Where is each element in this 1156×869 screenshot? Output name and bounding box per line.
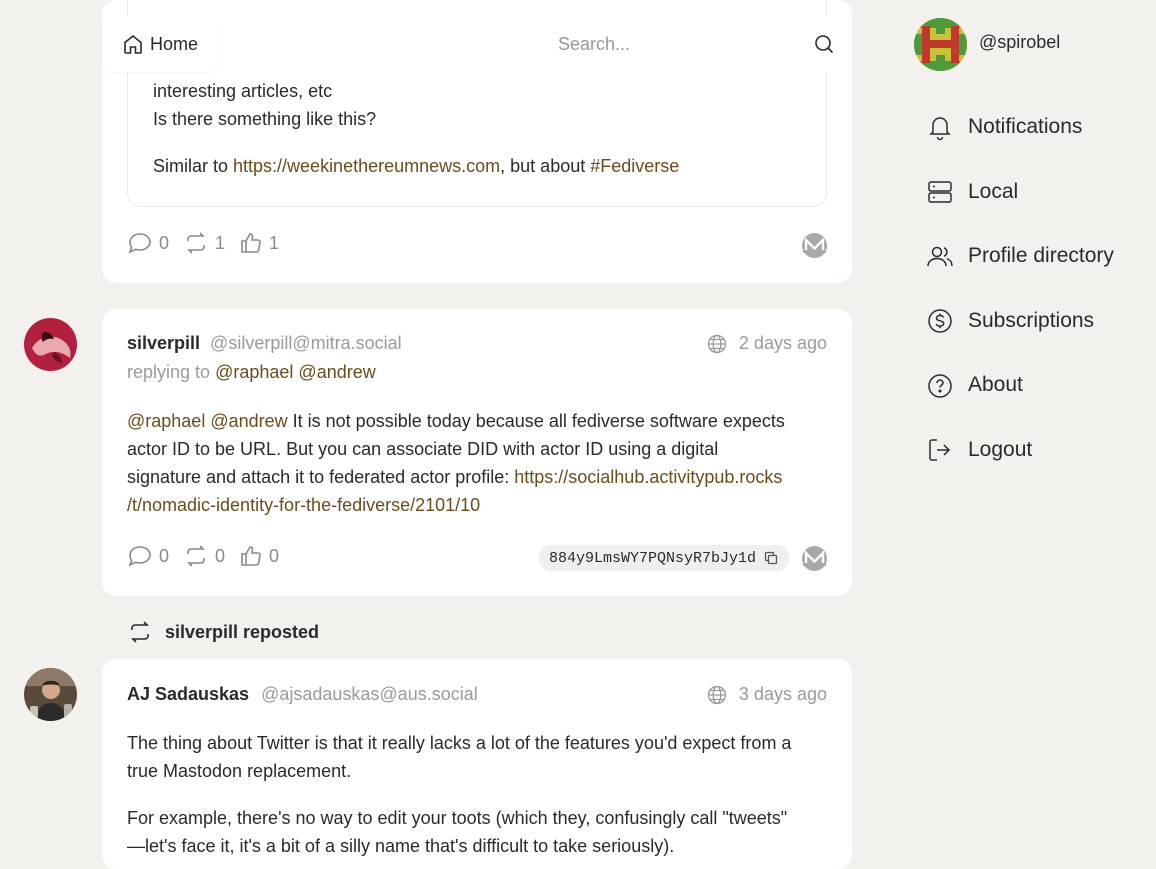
- quote-line-2: Is there something like this?: [153, 109, 377, 129]
- repost-icon: [183, 231, 209, 255]
- thumbs-up-icon: [239, 544, 263, 568]
- search-icon[interactable]: [814, 34, 834, 54]
- author-handle[interactable]: @silverpill@mitra.social: [210, 333, 402, 353]
- like-button[interactable]: 0: [239, 544, 279, 568]
- sidebar-item-label: Subscriptions: [968, 309, 1095, 332]
- dollar-circle-icon: [926, 307, 954, 335]
- post-card-2: silverpill @silverpill@mitra.social 2 day…: [102, 309, 852, 596]
- sidebar-item-local[interactable]: Local: [926, 178, 1018, 206]
- server-icon: [926, 178, 954, 206]
- mention-link[interactable]: @raphael: [127, 411, 205, 431]
- author-name[interactable]: silverpill: [127, 333, 200, 353]
- sidebar-item-label: Notifications: [968, 115, 1083, 138]
- post-content: @raphael @andrew It is not possible toda…: [127, 411, 785, 515]
- current-user[interactable]: @spirobel: [914, 18, 1060, 71]
- comment-icon: [127, 544, 153, 568]
- sidebar-item-label: Profile directory: [968, 244, 1114, 267]
- post-meta: 3 days ago: [707, 684, 827, 705]
- reply-button[interactable]: 0: [127, 544, 169, 568]
- question-circle-icon: [926, 371, 954, 399]
- search-box: [539, 16, 852, 72]
- comment-icon: [127, 231, 153, 255]
- avatar[interactable]: [24, 318, 77, 371]
- copy-icon[interactable]: [764, 551, 778, 565]
- replying-to: replying to @raphael @andrew: [127, 362, 376, 382]
- quote-text: interesting articles, etc Is there somet…: [153, 77, 679, 180]
- like-button[interactable]: 1: [239, 231, 279, 255]
- sidebar-item-label: Logout: [968, 438, 1033, 461]
- repost-icon: [127, 619, 153, 645]
- bell-icon: [926, 113, 954, 141]
- avatar[interactable]: [914, 18, 967, 71]
- post-header: AJ Sadauskas @ajsadauskas@aus.social 3 da…: [127, 684, 827, 705]
- post-card-3: AJ Sadauskas @ajsadauskas@aus.social 3 da…: [102, 659, 852, 869]
- sidebar-item-notifications[interactable]: Notifications: [926, 113, 1082, 141]
- thumbs-up-icon: [239, 231, 263, 255]
- post-actions: 0 0 0: [127, 544, 293, 568]
- post-content: The thing about Twitter is that it reall…: [127, 733, 792, 856]
- home-button[interactable]: Home: [102, 16, 218, 72]
- search-input[interactable]: [539, 32, 800, 56]
- mention-link[interactable]: @raphael: [215, 362, 293, 382]
- home-icon: [122, 33, 144, 55]
- monero-icon[interactable]: [802, 546, 827, 571]
- hashtag-link[interactable]: #Fediverse: [590, 156, 679, 176]
- repost-text[interactable]: silverpill reposted: [165, 622, 319, 643]
- repost-banner: silverpill reposted: [127, 619, 319, 645]
- mention-link[interactable]: @andrew: [210, 411, 287, 431]
- logout-icon: [926, 436, 954, 464]
- users-icon: [926, 242, 954, 270]
- repost-button[interactable]: 0: [183, 544, 225, 568]
- post-time[interactable]: 3 days ago: [739, 684, 827, 705]
- username[interactable]: @spirobel: [979, 32, 1060, 53]
- content-link[interactable]: https://socialhub.activitypub.rocks: [514, 467, 782, 487]
- post-header: silverpill @silverpill@mitra.social 2 day…: [127, 333, 827, 354]
- quote-link[interactable]: https://weekinethereumnews.com: [233, 156, 500, 176]
- repost-icon: [183, 544, 209, 568]
- post-time[interactable]: 2 days ago: [739, 333, 827, 354]
- sidebar-item-label: Local: [968, 180, 1019, 203]
- sidebar-item-about[interactable]: About: [926, 371, 1023, 399]
- mention-link[interactable]: @andrew: [298, 362, 375, 382]
- globe-icon: [707, 334, 727, 354]
- quote-line-1: interesting articles, etc: [153, 81, 333, 101]
- sidebar-item-subscriptions[interactable]: Subscriptions: [926, 307, 1094, 335]
- post-actions: 0 1 1: [127, 231, 293, 255]
- quote-line-3: Similar to https://weekinethereumnews.co…: [153, 156, 680, 176]
- author-name[interactable]: AJ Sadauskas: [127, 684, 249, 704]
- post-meta: 2 days ago: [707, 333, 827, 354]
- monero-icon[interactable]: [802, 233, 827, 258]
- author-handle[interactable]: @ajsadauskas@aus.social: [261, 684, 478, 704]
- repost-button[interactable]: 1: [183, 231, 225, 255]
- content-link[interactable]: /t/nomadic-identity-for-the-fediverse/21…: [127, 495, 480, 515]
- reply-button[interactable]: 0: [127, 231, 169, 255]
- sidebar-item-logout[interactable]: Logout: [926, 436, 1032, 464]
- globe-icon: [707, 685, 727, 705]
- sidebar-item-profile-directory[interactable]: Profile directory: [926, 242, 1114, 270]
- sidebar-item-label: About: [968, 373, 1023, 396]
- home-label: Home: [150, 33, 199, 54]
- avatar[interactable]: [24, 668, 77, 721]
- payment-address-chip[interactable]: 884y9LmsWY7PQNsyR7bJy1d: [539, 545, 789, 571]
- payment-address: 884y9LmsWY7PQNsyR7bJy1d: [549, 549, 757, 567]
